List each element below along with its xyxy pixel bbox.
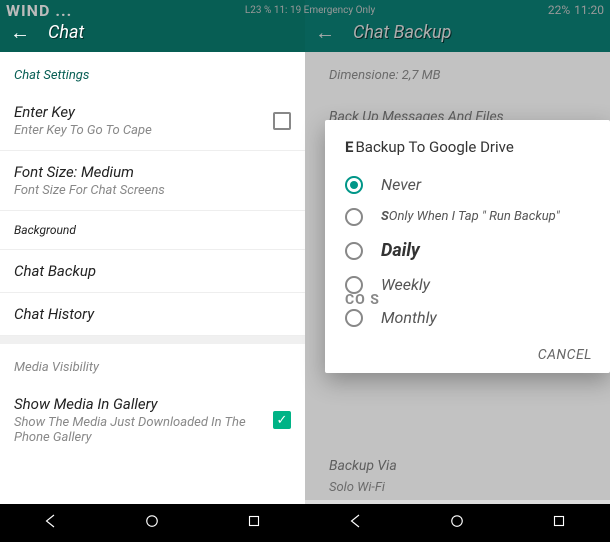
dialog-title-text: Backup To Google Drive [355, 138, 513, 156]
enter-key-sub: Enter Key To Go To Cape [14, 123, 273, 138]
back-icon[interactable]: ← [10, 20, 30, 45]
page-title-left: Chat [48, 22, 84, 43]
nav-bar-left [0, 504, 305, 542]
show-media-row[interactable]: Show Media In Gallery Show The Media Jus… [0, 383, 305, 457]
enter-key-checkbox[interactable] [273, 112, 291, 130]
background-row[interactable]: Background [0, 211, 305, 250]
carrier-label: WIND ... [6, 1, 72, 20]
dialog-title: EBackup To Google Drive [325, 138, 610, 168]
nav-recent-icon[interactable] [550, 512, 568, 534]
page-title-right: Chat Backup [353, 22, 451, 43]
nav-recent-icon[interactable] [245, 512, 263, 534]
ghost-text: CO S [345, 292, 380, 308]
font-size-row[interactable]: Font Size: Medium Font Size For Chat Scr… [0, 151, 305, 211]
radio-never-label: Never [381, 175, 421, 194]
chat-history-row[interactable]: Chat History [0, 293, 305, 336]
nav-bar-right [305, 504, 610, 542]
chat-backup-row[interactable]: Chat Backup [0, 250, 305, 293]
radio-only-tap-label: SOnly When I Tap " Run Backup" [381, 209, 560, 225]
show-media-title: Show Media In Gallery [14, 395, 273, 413]
radio-option-daily[interactable]: Daily [325, 233, 610, 268]
nav-home-icon[interactable] [143, 512, 161, 534]
enter-key-title: Enter Key [14, 103, 273, 121]
nav-back-icon[interactable] [347, 512, 365, 534]
nav-back-icon[interactable] [42, 512, 60, 534]
radio-weekly[interactable] [345, 276, 363, 294]
status-center-text: L23 % 11: 19 Emergency Only [245, 5, 375, 16]
status-right: 22% 11:20 [548, 3, 604, 17]
back-icon-right[interactable]: ← [315, 20, 335, 45]
radio-option-only-tap[interactable]: SOnly When I Tap " Run Backup" [325, 201, 610, 233]
chat-settings-screen: ← Chat Chat Settings Enter Key Enter Key… [0, 0, 305, 542]
radio-option-never[interactable]: Never [325, 168, 610, 201]
radio-daily-label: Daily [381, 240, 420, 261]
clock: 11:20 [574, 3, 604, 17]
chat-history-title: Chat History [14, 305, 291, 323]
show-media-sub: Show The Media Just Downloaded In The Ph… [14, 415, 273, 445]
background-title: Background [14, 223, 291, 237]
radio-daily[interactable] [345, 242, 363, 260]
media-visibility-header: Media Visibility [0, 344, 305, 383]
font-size-title: Font Size: Medium [14, 163, 291, 181]
nav-home-icon[interactable] [448, 512, 466, 534]
show-media-checkbox[interactable]: ✓ [273, 411, 291, 429]
enter-key-row[interactable]: Enter Key Enter Key To Go To Cape [0, 91, 305, 151]
radio-only-tap[interactable] [345, 208, 363, 226]
chat-backup-screen: ← Chat Backup Dimensione: 2,7 MB Back Up… [305, 0, 610, 542]
section-divider [0, 336, 305, 344]
battery-percent: 22% [548, 3, 570, 17]
status-bar: WIND ... L23 % 11: 19 Emergency Only 22%… [0, 0, 610, 20]
radio-never[interactable] [345, 176, 363, 194]
font-size-sub: Font Size For Chat Screens [14, 183, 291, 198]
chat-backup-title: Chat Backup [14, 262, 291, 280]
backup-frequency-dialog: EBackup To Google Drive Never SOnly When… [325, 120, 610, 373]
chat-settings-header: Chat Settings [0, 52, 305, 91]
radio-monthly-label: Monthly [381, 308, 437, 327]
radio-weekly-label: Weekly [381, 275, 430, 294]
radio-monthly[interactable] [345, 309, 363, 327]
cancel-button[interactable]: CANCEL [538, 347, 592, 363]
